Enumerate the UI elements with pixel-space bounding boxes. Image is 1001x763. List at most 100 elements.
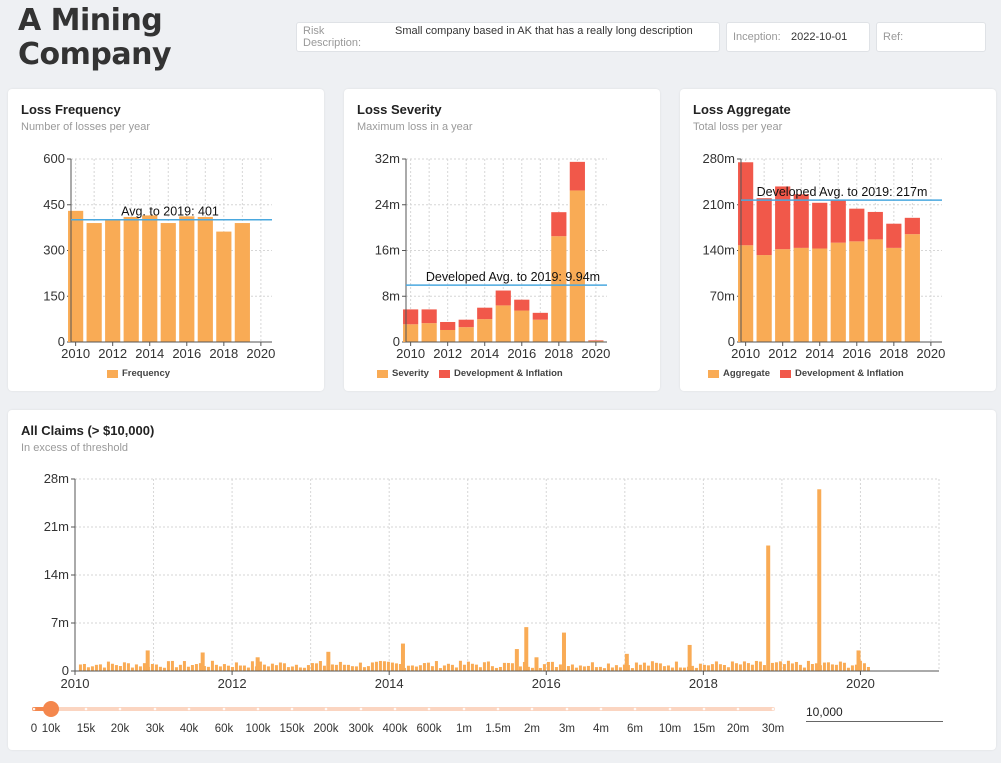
- legend-frequency[interactable]: Frequency: [107, 368, 170, 379]
- bar-severity: [421, 323, 437, 342]
- legend-development[interactable]: Development & Inflation: [779, 368, 904, 379]
- slider-mark: [462, 707, 466, 711]
- slider-mark: [599, 707, 603, 711]
- x-tick-label: 2010: [396, 346, 425, 361]
- slider-thumb[interactable]: [43, 701, 59, 717]
- slider-mark: [565, 707, 569, 711]
- bar-frequency: [160, 223, 176, 342]
- company-name-line1: A Mining: [18, 3, 163, 38]
- bar-aggregate: [756, 255, 772, 342]
- all-claims-subtitle: In excess of threshold: [21, 442, 129, 454]
- x-tick-label: 2016: [172, 346, 201, 361]
- slider-mark-label: 15m: [693, 723, 715, 735]
- x-tick-label: 2010: [61, 346, 90, 361]
- slider-mark-label: 2m: [524, 723, 540, 735]
- y-tick-label: 300: [43, 243, 65, 258]
- bar-aggregate: [904, 234, 920, 342]
- x-tick-label: 2020: [581, 346, 610, 361]
- x-tick-label: 2020: [916, 346, 945, 361]
- slider-mark: [427, 707, 431, 711]
- slider-mark: [324, 707, 328, 711]
- slider-mark-label: 100k: [246, 723, 271, 735]
- slider-mark: [771, 707, 775, 711]
- slider-mark: [256, 707, 260, 711]
- slider-mark: [222, 707, 226, 711]
- slider-mark: [530, 707, 534, 711]
- threshold-slider[interactable]: 0 10k 15k 20k 30k 40k 60k 100k 150k 200k 300k 400k 6…: [0, 695, 800, 745]
- bar-development: [421, 309, 437, 324]
- bar-severity: [495, 305, 511, 342]
- slider-mark-label: 600k: [417, 723, 442, 735]
- legend-swatch-development: [779, 369, 791, 378]
- loss-severity-legend: Severity Development & Inflation: [377, 368, 563, 379]
- x-tick-label: 2014: [470, 346, 499, 361]
- slider-mark: [118, 707, 122, 711]
- slider-mark: [496, 707, 500, 711]
- bar-severity: [458, 327, 474, 342]
- bar-severity: [551, 236, 567, 342]
- bar-development: [495, 290, 511, 306]
- loss-severity-card: Loss Severity Maximum loss in a year 0 8m…: [344, 89, 660, 391]
- bar-frequency: [234, 223, 250, 342]
- loss-aggregate-legend: Aggregate Development & Inflation: [708, 368, 904, 379]
- slider-mark-label: 30m: [762, 723, 784, 735]
- bar-aggregate: [793, 247, 809, 342]
- x-tick-label: 2020: [246, 346, 275, 361]
- slider-mark: [736, 707, 740, 711]
- company-name: A Mining Company: [18, 3, 172, 72]
- slider-mark: [359, 707, 363, 711]
- bar-frequency: [216, 231, 232, 342]
- ref-box: Ref:: [876, 22, 986, 52]
- bar-severity: [403, 324, 419, 342]
- legend-severity-label: Severity: [392, 368, 429, 379]
- legend-development[interactable]: Development & Inflation: [438, 368, 563, 379]
- bar-aggregate: [830, 242, 846, 342]
- bar-development: [532, 312, 548, 320]
- legend-development-label: Development & Inflation: [453, 368, 563, 379]
- bar-development: [793, 194, 809, 248]
- slider-mark-label: 10k: [42, 723, 61, 735]
- bar-development: [867, 211, 883, 240]
- legend-development-label: Development & Inflation: [794, 368, 904, 379]
- bar-aggregate: [886, 247, 902, 342]
- x-tick-label: 2012: [433, 346, 462, 361]
- slider-mark-label: 3m: [559, 723, 575, 735]
- slider-mark-label: 6m: [627, 723, 643, 735]
- risk-description-label: Risk Description:: [303, 25, 362, 49]
- slider-mark-label: 400k: [383, 723, 408, 735]
- legend-severity[interactable]: Severity: [377, 368, 429, 379]
- slider-mark-label: 40k: [180, 723, 199, 735]
- company-name-line2: Company: [18, 37, 172, 72]
- loss-severity-chart: 08m16m24m32m2010 2012 2014 2016 2018 2020Deve…: [375, 151, 611, 361]
- slider-mark: [187, 707, 191, 711]
- average-label: Developed Avg. to 2019: 217m: [757, 185, 928, 199]
- y-tick-label: 450: [43, 197, 65, 212]
- average-label: Avg. to 2019: 401: [121, 205, 219, 219]
- x-tick-label: 2016: [842, 346, 871, 361]
- slider-mark-label: 200k: [314, 723, 339, 735]
- slider-mark: [153, 707, 157, 711]
- slider-mark-label: 10m: [659, 723, 681, 735]
- bar-frequency: [179, 216, 195, 342]
- legend-aggregate[interactable]: Aggregate: [708, 368, 770, 379]
- y-tick-label: 24m: [375, 197, 400, 212]
- y-tick-label: 280m: [702, 151, 735, 166]
- y-tick-label: 16m: [375, 243, 400, 258]
- bar-development: [738, 162, 754, 246]
- slider-mark: [290, 707, 294, 711]
- legend-aggregate-label: Aggregate: [723, 368, 770, 379]
- y-tick-label: 8m: [382, 288, 400, 303]
- x-tick-label: 2018: [879, 346, 908, 361]
- slider-mark-label: 1.5m: [485, 723, 511, 735]
- slider-mark-label: 15k: [77, 723, 96, 735]
- bar-frequency: [197, 216, 213, 342]
- bar-aggregate: [849, 241, 865, 342]
- inception-value: 2022-10-01: [791, 31, 848, 43]
- x-tick-label: 2018: [209, 346, 238, 361]
- loss-frequency-legend: Frequency: [107, 368, 170, 379]
- slider-mark: [668, 707, 672, 711]
- legend-frequency-label: Frequency: [122, 368, 171, 379]
- bar-development: [886, 223, 902, 248]
- threshold-input[interactable]: [806, 702, 943, 722]
- slider-mark-label: 150k: [280, 723, 305, 735]
